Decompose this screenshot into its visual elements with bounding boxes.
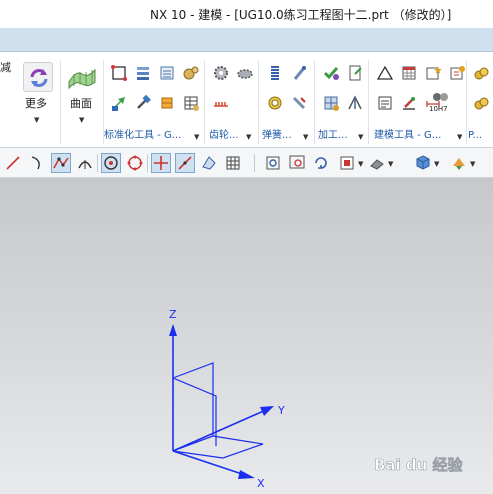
table-star-icon[interactable] — [424, 64, 442, 82]
surface-button[interactable]: 曲面 ▼ — [64, 58, 100, 128]
cube-display-icon[interactable] — [414, 154, 432, 172]
hammer-icon[interactable] — [134, 94, 152, 112]
title-bar: NX 10 - 建模 - [UG10.0练习工程图十二.prt （修改的）] — [0, 0, 493, 28]
group-separator — [368, 60, 369, 144]
x-axis — [172, 450, 249, 477]
polyline-snap-icon[interactable] — [51, 153, 71, 173]
toolbar-separator — [97, 154, 98, 172]
line-snap-icon[interactable] — [4, 154, 22, 172]
weld-icon[interactable] — [400, 94, 418, 112]
group-label-p[interactable]: P... — [468, 130, 482, 142]
arc-snap-icon[interactable] — [76, 154, 94, 172]
coins-stack-icon[interactable] — [472, 94, 490, 112]
gear-icon[interactable] — [212, 64, 230, 82]
fit-view-icon[interactable] — [264, 154, 282, 172]
spring-icon[interactable] — [266, 64, 284, 82]
ribbon-panel: 减 更多 ▼ 曲面 ▼ 标准化工具 - G... ▼ 齿轮... ▼ 弹簧...… — [0, 52, 493, 148]
group-separator — [258, 60, 259, 144]
sheet-star-icon[interactable] — [448, 64, 466, 82]
y-axis-arrowhead — [260, 406, 274, 416]
view-orientation-dropdown-arrow[interactable]: ▼ — [358, 160, 363, 168]
shading-style-icon[interactable] — [368, 154, 386, 172]
quadrant-snap-icon[interactable] — [126, 154, 144, 172]
database-icon[interactable] — [158, 64, 176, 82]
watermark: Bai du 经验 — [370, 440, 488, 490]
gear-pair-icon[interactable] — [182, 64, 200, 82]
face-snap-icon[interactable] — [200, 154, 218, 172]
x-axis-arrowhead — [238, 470, 255, 479]
pin-icon[interactable] — [290, 64, 308, 82]
group-dropdown-arrow[interactable]: ▼ — [457, 133, 462, 141]
green-arrow-icon[interactable] — [110, 94, 128, 112]
rotate-view-icon[interactable] — [312, 154, 330, 172]
group-separator — [466, 60, 467, 144]
table-icon[interactable] — [182, 94, 200, 112]
group-label-gear[interactable]: 齿轮... — [209, 130, 239, 142]
bevel-gear-icon[interactable] — [236, 64, 254, 82]
surface-dropdown-arrow[interactable]: ▼ — [79, 116, 84, 124]
group-separator — [314, 60, 315, 144]
coins-icon[interactable] — [472, 64, 490, 82]
group-dropdown-arrow[interactable]: ▼ — [303, 133, 308, 141]
z-axis-arrowhead — [169, 324, 177, 336]
pattern-grid-icon[interactable] — [322, 94, 340, 112]
surface-icon — [66, 62, 98, 92]
point-on-curve-snap-icon[interactable] — [175, 153, 195, 173]
check-icon[interactable] — [322, 64, 340, 82]
y-axis-label: Y — [277, 404, 285, 417]
x-axis-label: X — [257, 477, 265, 490]
group-label-machining[interactable]: 加工... — [318, 130, 348, 142]
group-label-modeling-tools[interactable]: 建模工具 - G... — [374, 130, 441, 142]
window-title: NX 10 - 建模 - [UG10.0练习工程图十二.prt （修改的）] — [150, 8, 452, 22]
ribbon-partial-label: 减 — [0, 61, 11, 74]
view-orientation-icon[interactable] — [338, 154, 356, 172]
edit-section-icon[interactable] — [450, 154, 468, 172]
orange-box-icon[interactable] — [158, 94, 176, 112]
point-grid-icon[interactable] — [110, 64, 128, 82]
refresh-icon — [23, 62, 53, 92]
group-dropdown-arrow[interactable]: ▼ — [246, 133, 251, 141]
triangle-icon[interactable] — [376, 64, 394, 82]
ribbon-tab-strip — [0, 28, 493, 52]
group-separator — [60, 60, 61, 144]
rack-icon[interactable] — [212, 94, 230, 112]
surface-label: 曲面 — [70, 97, 92, 110]
edit-section-dropdown-arrow[interactable]: ▼ — [470, 160, 475, 168]
z-axis-label: Z — [169, 308, 177, 321]
toolbar-separator — [147, 154, 148, 172]
coil-icon[interactable] — [266, 94, 284, 112]
center-point-snap-icon[interactable] — [101, 153, 121, 173]
group-label-standardization[interactable]: 标准化工具 - G... — [104, 130, 181, 142]
y-axis — [172, 408, 269, 452]
datum-plane-yz-edge — [172, 377, 217, 446]
drill-icon[interactable] — [346, 94, 364, 112]
group-dropdown-arrow[interactable]: ▼ — [358, 133, 363, 141]
document-edit-icon[interactable] — [346, 64, 364, 82]
group-separator — [204, 60, 205, 144]
spreadsheet-icon[interactable] — [400, 64, 418, 82]
more-dropdown-arrow[interactable]: ▼ — [34, 116, 39, 124]
zoom-region-icon[interactable] — [288, 154, 306, 172]
spring-delete-icon[interactable] — [290, 94, 308, 112]
tolerance-label: 10H7 — [429, 105, 448, 113]
group-dropdown-arrow[interactable]: ▼ — [194, 133, 199, 141]
intersection-snap-icon[interactable] — [151, 153, 171, 173]
layer-stack-icon[interactable] — [134, 64, 152, 82]
grid-snap-icon[interactable] — [224, 154, 242, 172]
cube-display-dropdown-arrow[interactable]: ▼ — [434, 160, 439, 168]
more-button[interactable]: 更多 ▼ — [20, 58, 56, 128]
group-label-spring[interactable]: 弹簧... — [262, 130, 292, 142]
more-label: 更多 — [25, 97, 47, 110]
toolbar-separator — [254, 154, 255, 172]
snap-toolbar: ▼ ▼ ▼ ▼ — [0, 148, 493, 178]
shading-style-dropdown-arrow[interactable]: ▼ — [388, 160, 393, 168]
curve-snap-icon[interactable] — [28, 154, 46, 172]
tolerance-button[interactable]: 10H7 — [428, 90, 454, 116]
watermark-text: Bai du 经验 — [374, 456, 464, 474]
note-icon[interactable] — [376, 94, 394, 112]
nx-window: NX 10 - 建模 - [UG10.0练习工程图十二.prt （修改的）] 减… — [0, 0, 493, 494]
